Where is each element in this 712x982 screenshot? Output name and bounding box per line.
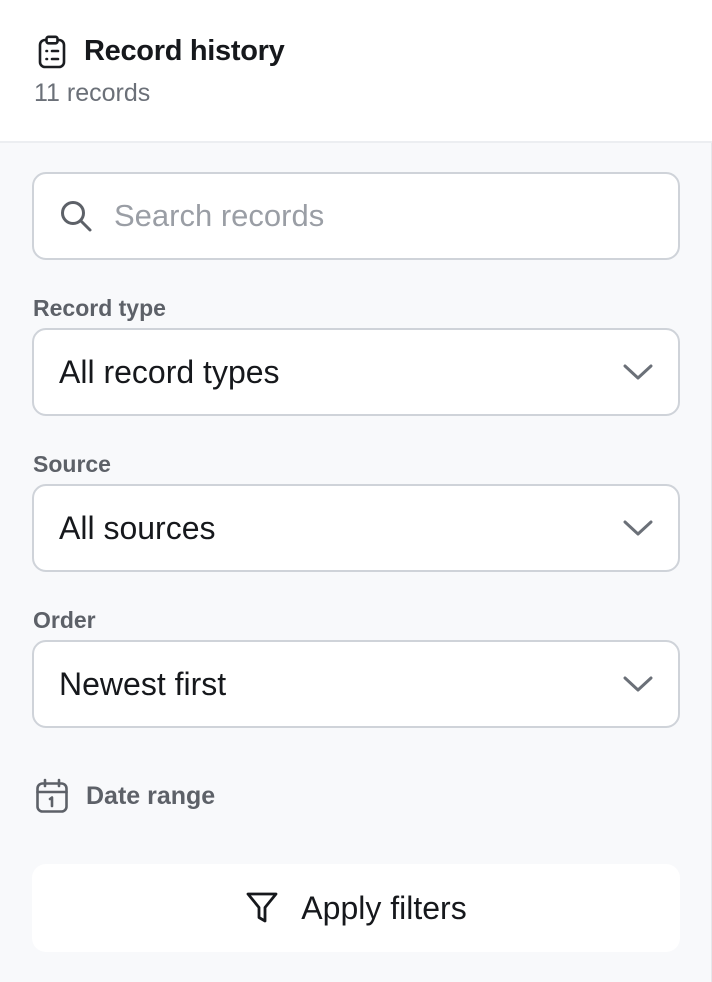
clipboard-list-icon: [38, 35, 66, 69]
funnel-icon: [246, 892, 278, 923]
search-icon: [61, 201, 92, 232]
record-type-label: Record type: [33, 295, 166, 321]
record-type-value: All record types: [59, 354, 280, 390]
date-range-label: Date range: [86, 782, 216, 810]
apply-filters-content: Apply filters: [245, 888, 467, 928]
source-select[interactable]: All sources: [32, 484, 680, 572]
chevron-down-icon: [623, 520, 653, 536]
panel-header: Record history 11 records: [0, 0, 712, 143]
date-range-toggle[interactable]: Date range: [34, 777, 294, 817]
search-input[interactable]: [114, 188, 654, 244]
calendar-icon: [36, 778, 68, 813]
source-label: Source: [33, 451, 111, 477]
record-history-panel: Record history 11 records Record type Al…: [0, 0, 712, 982]
record-count: 11 records: [34, 79, 151, 107]
chevron-down-icon: [623, 364, 653, 380]
order-select[interactable]: Newest first: [32, 640, 680, 728]
order-value: Newest first: [59, 666, 227, 702]
apply-filters-label: Apply filters: [301, 890, 467, 926]
search-box[interactable]: [32, 172, 680, 260]
page-title: Record history: [84, 35, 285, 67]
apply-filters-button[interactable]: Apply filters: [32, 864, 680, 952]
order-label: Order: [33, 607, 96, 633]
chevron-down-icon: [623, 676, 653, 692]
record-type-select[interactable]: All record types: [32, 328, 680, 416]
source-value: All sources: [59, 510, 216, 546]
